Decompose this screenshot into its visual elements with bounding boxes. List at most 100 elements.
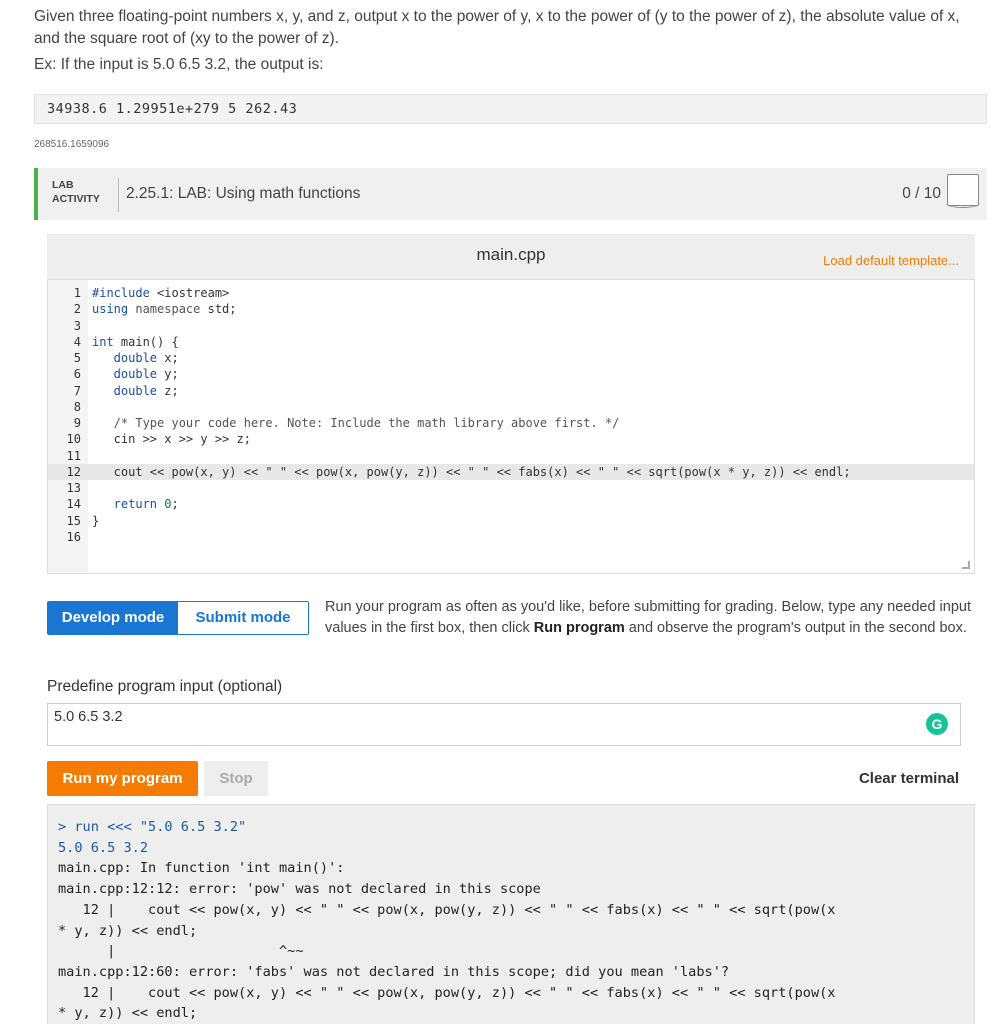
score-badge-icon xyxy=(946,174,980,208)
run-info-bold: Run program xyxy=(533,619,625,636)
code-token: cout << pow(x, y) << " " << pow(x, pow(y… xyxy=(92,464,851,479)
code-token: double xyxy=(92,351,165,365)
code-line[interactable]: 5 double x; xyxy=(48,350,974,366)
code-token: #include xyxy=(92,286,158,300)
run-instructions: Run your program as often as you'd like,… xyxy=(325,597,975,638)
code-line[interactable]: 8 xyxy=(48,399,974,415)
code-line[interactable]: 11 xyxy=(48,448,974,464)
lab-activity-tag: LAB ACTIVITY xyxy=(52,178,100,206)
grammarly-icon[interactable]: G xyxy=(926,713,948,735)
code-token: <iostream> xyxy=(157,286,230,300)
code-text: return 0; xyxy=(92,496,179,512)
submit-mode-button[interactable]: Submit mode xyxy=(178,602,308,634)
code-token: double xyxy=(92,367,165,382)
code-text: int main() { xyxy=(92,334,179,350)
line-number: 12 xyxy=(66,464,81,479)
code-token: z; xyxy=(164,383,179,398)
code-token: namespace xyxy=(135,302,208,317)
run-program-button[interactable]: Run my program xyxy=(47,761,198,796)
code-text: /* Type your code here. Note: Include th… xyxy=(92,415,620,431)
clear-terminal-button[interactable]: Clear terminal xyxy=(859,770,959,787)
code-line[interactable]: 14 return 0; xyxy=(48,496,974,512)
line-number: 1 xyxy=(73,286,81,300)
line-number: 14 xyxy=(66,497,81,512)
code-token: ; xyxy=(171,497,179,512)
problem-id: 268516.1659096 xyxy=(34,139,110,150)
line-number: 9 xyxy=(73,416,81,430)
code-text: using namespace std; xyxy=(92,301,237,317)
stop-button[interactable]: Stop xyxy=(204,761,268,796)
line-number: 5 xyxy=(73,351,81,365)
code-token: /* Type your code here. Note: Include th… xyxy=(92,416,620,430)
code-token: main() { xyxy=(120,334,179,349)
line-number: 3 xyxy=(73,318,81,333)
line-number: 6 xyxy=(73,367,81,382)
resize-handle-icon[interactable] xyxy=(962,561,970,569)
terminal-line: main.cpp:12:60: error: 'fabs' was not de… xyxy=(58,963,730,980)
code-token: } xyxy=(92,513,100,528)
code-text: cout << pow(x, y) << " " << pow(x, pow(y… xyxy=(92,464,851,480)
line-number: 11 xyxy=(66,448,81,463)
code-line[interactable]: 7 double z; xyxy=(48,383,974,399)
line-number: 16 xyxy=(66,529,81,544)
terminal-output[interactable]: > run <<< "5.0 6.5 3.2" 5.0 6.5 3.2 main.c… xyxy=(47,804,975,1024)
develop-mode-button[interactable]: Develop mode xyxy=(48,602,178,634)
code-token: x; xyxy=(164,351,179,365)
code-line[interactable]: 15} xyxy=(48,513,974,529)
terminal-line: main.cpp: In function 'int main()': xyxy=(58,860,345,877)
example-intro: Ex: If the input is 5.0 6.5 3.2, the out… xyxy=(34,56,324,73)
terminal-line: * y, z)) << endl; xyxy=(58,922,198,939)
code-token: std; xyxy=(207,302,237,317)
example-output: 34938.6 1.29951e+279 5 262.43 xyxy=(34,94,987,124)
line-number: 8 xyxy=(73,399,81,414)
code-text: #include <iostream> xyxy=(92,285,229,301)
code-line[interactable]: 1 #include <iostream> xyxy=(48,285,974,301)
terminal-line: > run <<< "5.0 6.5 3.2" xyxy=(58,819,247,835)
code-line[interactable]: 12 cout << pow(x, y) << " " << pow(x, po… xyxy=(48,463,974,480)
code-token: double xyxy=(92,383,165,398)
load-template-link[interactable]: Load default template... xyxy=(823,253,959,268)
lab-activity-header: LAB ACTIVITY 2.25.1: LAB: Using math fun… xyxy=(34,168,987,220)
code-line[interactable]: 9 /* Type your code here. Note: Include … xyxy=(48,415,974,431)
code-line[interactable]: 3 xyxy=(48,318,974,334)
code-text: double x; xyxy=(92,350,179,366)
code-line[interactable]: 13 xyxy=(48,480,974,496)
code-text: cin >> x >> y >> z; xyxy=(92,431,251,447)
lab-title: 2.25.1: LAB: Using math functions xyxy=(126,185,361,202)
code-lines[interactable]: 1 #include <iostream> 2 using namespace std… xyxy=(48,285,974,545)
line-number: 10 xyxy=(66,432,81,447)
terminal-line: main.cpp:12:12: error: 'pow' was not dec… xyxy=(58,881,541,898)
line-number: 4 xyxy=(73,334,81,349)
code-editor-panel: main.cpp Load default template... 1 #incl… xyxy=(47,234,975,574)
terminal-line: * y, z)) << endl; xyxy=(58,1005,198,1022)
code-line[interactable]: 6 double y; xyxy=(48,366,974,382)
input-label: Predefine program input (optional) xyxy=(47,678,283,695)
terminal-line: 12 | cout << pow(x, y) << " " << pow(x, … xyxy=(58,901,836,918)
code-line[interactable]: 16 xyxy=(48,529,974,545)
code-editor[interactable]: 1 #include <iostream> 2 using namespace std… xyxy=(47,279,975,574)
line-number: 15 xyxy=(66,513,81,528)
mode-toggle: Develop mode Submit mode xyxy=(47,601,309,635)
problem-statement: Given three floating-point numbers x, y,… xyxy=(34,8,960,47)
terminal-line: 5.0 6.5 3.2 xyxy=(58,839,149,856)
code-text: } xyxy=(92,513,99,529)
terminal-line: 12 | cout << pow(x, y) << " " << pow(x, … xyxy=(58,984,836,1001)
divider xyxy=(118,178,119,212)
code-text: double y; xyxy=(92,366,179,382)
line-number: 7 xyxy=(73,383,81,398)
code-line[interactable]: 4 int main() { xyxy=(48,334,974,350)
program-input-field[interactable]: 5.0 6.5 3.2 xyxy=(47,703,961,746)
run-info-text-end: and observe the program's output in the … xyxy=(624,619,967,636)
score-text: 0 / 10 xyxy=(902,185,941,202)
code-token: using xyxy=(92,302,136,317)
code-token: int xyxy=(92,334,121,349)
code-text: double z; xyxy=(92,383,179,399)
code-token: y; xyxy=(164,367,179,382)
code-line[interactable]: 10 cin >> x >> y >> z; xyxy=(48,431,974,447)
code-line[interactable]: 2 using namespace std; xyxy=(48,301,974,317)
lab-tag-line1: LAB xyxy=(52,179,74,191)
terminal-line: | ^~~ xyxy=(58,943,304,960)
code-token: cin >> x >> y >> z; xyxy=(92,432,251,447)
line-number: 13 xyxy=(66,481,81,495)
lab-tag-line2: ACTIVITY xyxy=(52,193,100,205)
